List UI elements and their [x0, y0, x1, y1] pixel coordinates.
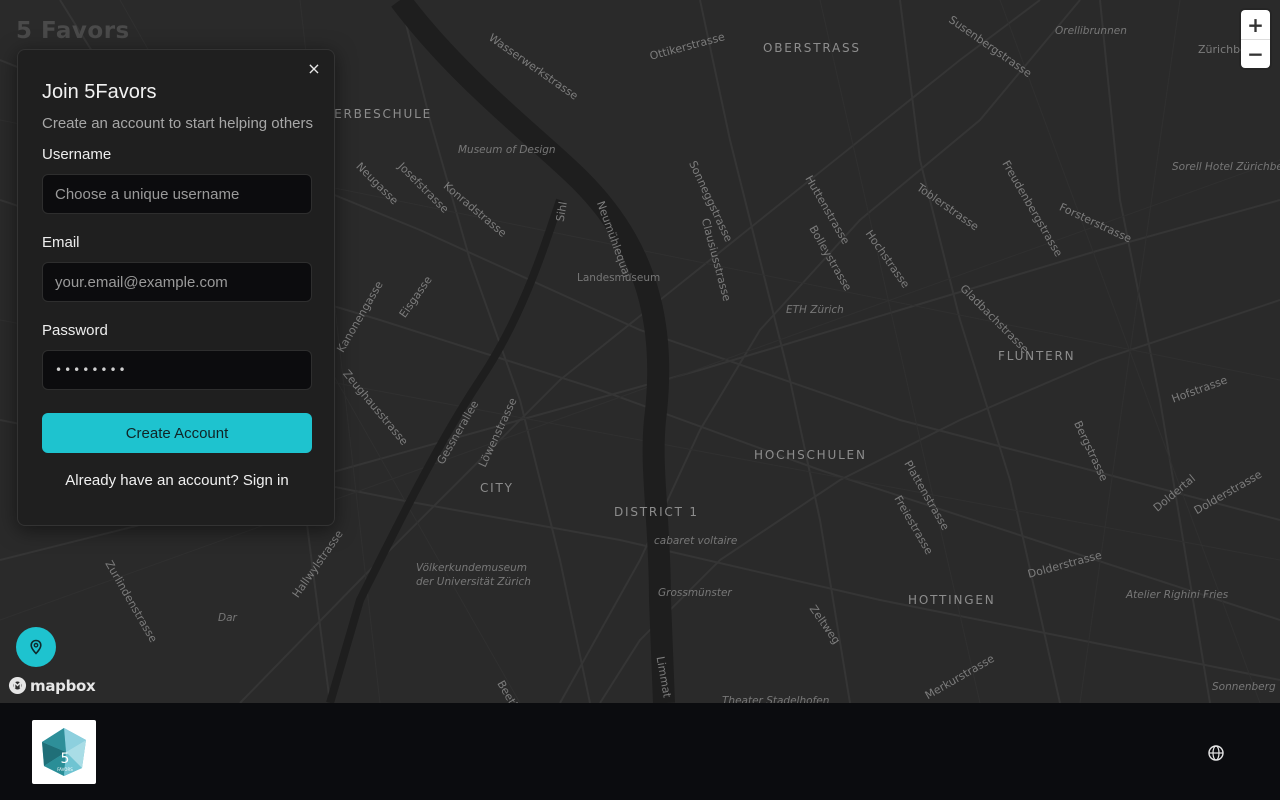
username-input[interactable]: [42, 174, 312, 214]
panel-title: Join 5Favors: [42, 81, 157, 103]
mapbox-wordmark: mapbox: [30, 676, 96, 695]
map-label-landesmuseum: Landesmuseum: [577, 272, 661, 284]
map-label-district1: DISTRICT 1: [614, 505, 699, 519]
email-input[interactable]: [42, 262, 312, 302]
map-label-sonnenberg: Sonnenberg: [1212, 681, 1276, 693]
password-input[interactable]: [42, 350, 312, 390]
map-label-fluntern: FLUNTERN: [998, 349, 1076, 363]
map-label-eth: ETH Zürich: [786, 304, 844, 316]
map-label-sorell: Sorell Hotel Zürichberg: [1172, 161, 1280, 173]
logo-wordmark: FAVORS: [57, 767, 73, 772]
zoom-out-button[interactable]: −: [1241, 39, 1270, 68]
close-button[interactable]: ×: [306, 60, 322, 78]
app-title: 5 Favors: [16, 18, 130, 44]
logo-number: 5: [61, 751, 70, 767]
create-account-button[interactable]: Create Account: [42, 413, 312, 453]
map-label-oberstrass: OBERSTRASS: [763, 41, 861, 55]
five-favors-logo-icon: 5 FAVORS: [42, 728, 86, 776]
zoom-in-button[interactable]: +: [1241, 10, 1270, 39]
password-label: Password: [42, 322, 108, 339]
map[interactable]: OBERSTRASS FLUNTERN HOCHSCHULEN DISTRICT…: [0, 0, 1280, 703]
mapbox-icon: [8, 676, 27, 695]
map-label-voelkerkunde-uni: der Universität Zürich: [416, 576, 531, 588]
globe-icon: [1208, 745, 1224, 761]
locate-button[interactable]: [16, 627, 56, 667]
mapbox-attribution[interactable]: mapbox: [8, 676, 96, 695]
map-label-museum-design: Museum of Design: [458, 144, 556, 156]
map-label-atelier: Atelier Righini Fries: [1126, 589, 1229, 601]
panel-subtitle: Create an account to start helping other…: [42, 115, 313, 132]
signup-panel: × Join 5Favors Create an account to star…: [17, 49, 335, 526]
map-label-hottingen: HOTTINGEN: [908, 593, 996, 607]
map-label-orellibrunnen: Orellibrunnen: [1055, 25, 1127, 37]
map-label-hochschulen: HOCHSCHULEN: [754, 448, 867, 462]
brand-logo[interactable]: 5 FAVORS: [32, 720, 96, 784]
bottom-bar: 5 FAVORS: [0, 703, 1280, 800]
username-label: Username: [42, 146, 112, 163]
email-label: Email: [42, 234, 80, 251]
map-label-cabaret: cabaret voltaire: [654, 535, 738, 547]
map-label-voelkerkunde: Völkerkundemuseum: [416, 562, 527, 574]
map-label-dar: Dar: [218, 612, 237, 624]
map-label-city: CITY: [480, 481, 514, 495]
sign-in-link[interactable]: Already have an account? Sign in: [42, 472, 312, 489]
zoom-controls: + −: [1241, 10, 1270, 68]
map-label-grossmuenster: Grossmünster: [658, 587, 732, 599]
location-pin-icon: [30, 639, 42, 655]
language-button[interactable]: [1207, 744, 1225, 762]
map-label-theater: Theater Stadelhofen: [722, 695, 830, 703]
